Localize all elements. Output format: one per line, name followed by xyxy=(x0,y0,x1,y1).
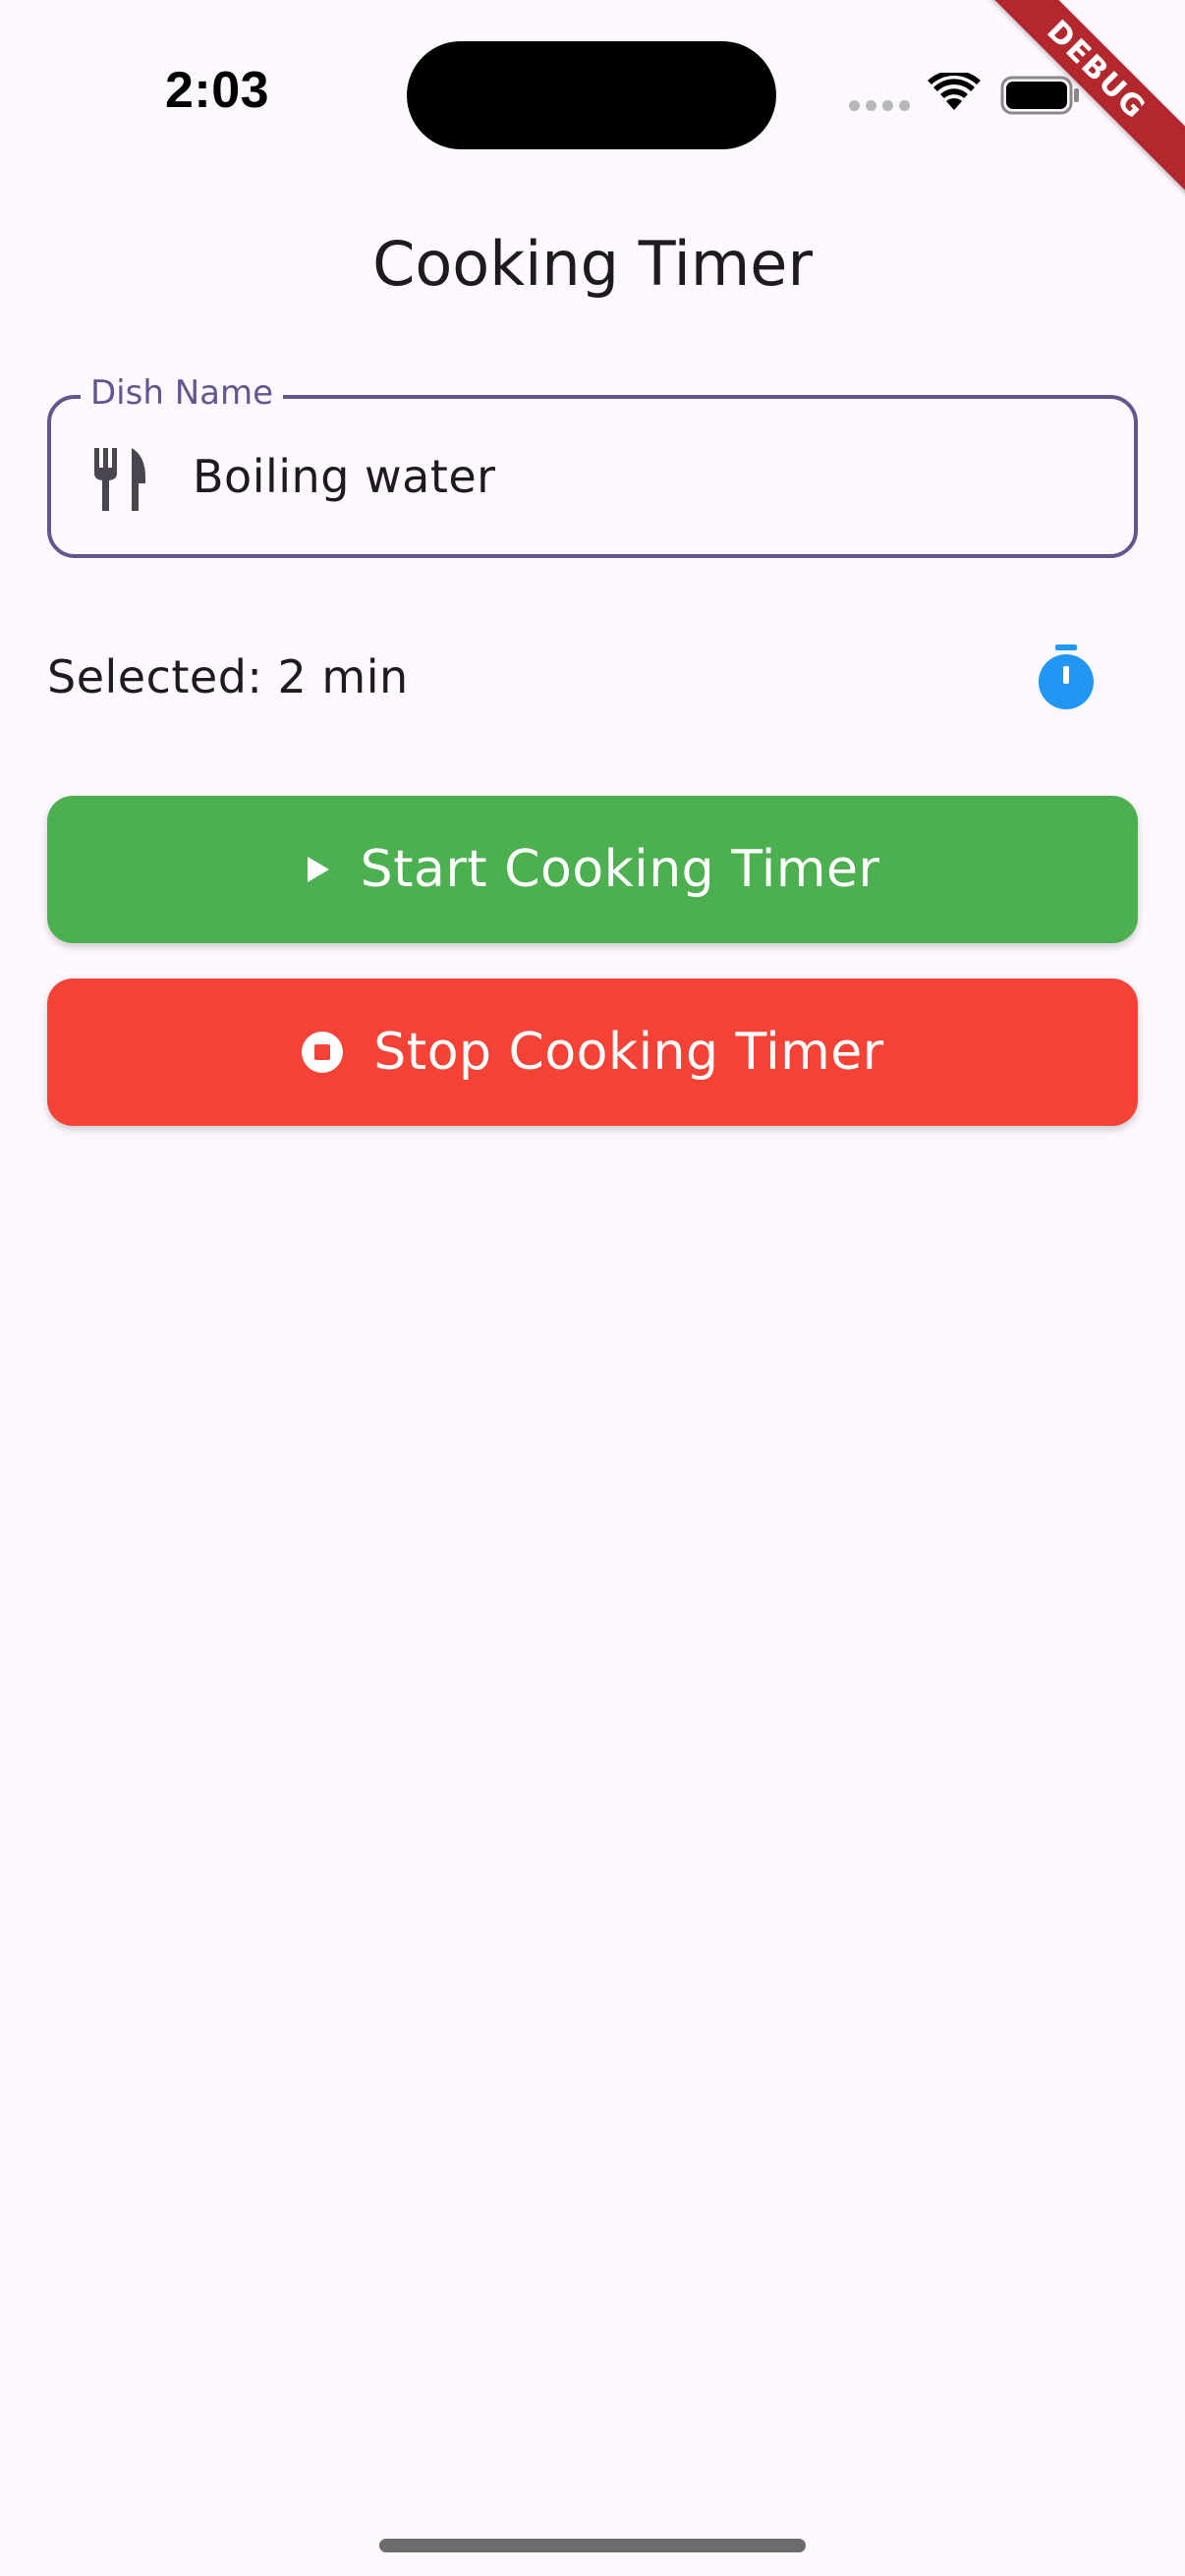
start-cooking-timer-button[interactable]: Start Cooking Timer xyxy=(47,796,1138,943)
stop-cooking-timer-button[interactable]: Stop Cooking Timer xyxy=(47,979,1138,1126)
status-time: 2:03 xyxy=(165,62,270,119)
stop-button-label: Stop Cooking Timer xyxy=(373,1023,884,1082)
play-icon xyxy=(307,857,329,882)
page-title: Cooking Timer xyxy=(372,228,813,300)
selected-duration: Selected: 2 min xyxy=(47,650,409,703)
timer-icon[interactable] xyxy=(1034,643,1099,711)
dynamic-island xyxy=(407,41,776,149)
stop-circle-icon xyxy=(302,1032,344,1073)
battery-icon xyxy=(1000,76,1079,115)
dish-name-field[interactable]: Dish Name Boiling water xyxy=(47,373,1138,558)
wifi-icon xyxy=(928,73,981,110)
dish-name-input[interactable]: Boiling water xyxy=(193,450,496,503)
start-button-label: Start Cooking Timer xyxy=(360,840,880,899)
dish-name-label: Dish Name xyxy=(81,373,284,413)
restaurant-icon xyxy=(94,448,145,511)
app-screen: 2:03 DEBUG Cooking Timer Dish Name Boili… xyxy=(0,0,1185,2576)
home-indicator[interactable] xyxy=(379,2539,806,2552)
signal-dots-icon xyxy=(849,100,910,111)
